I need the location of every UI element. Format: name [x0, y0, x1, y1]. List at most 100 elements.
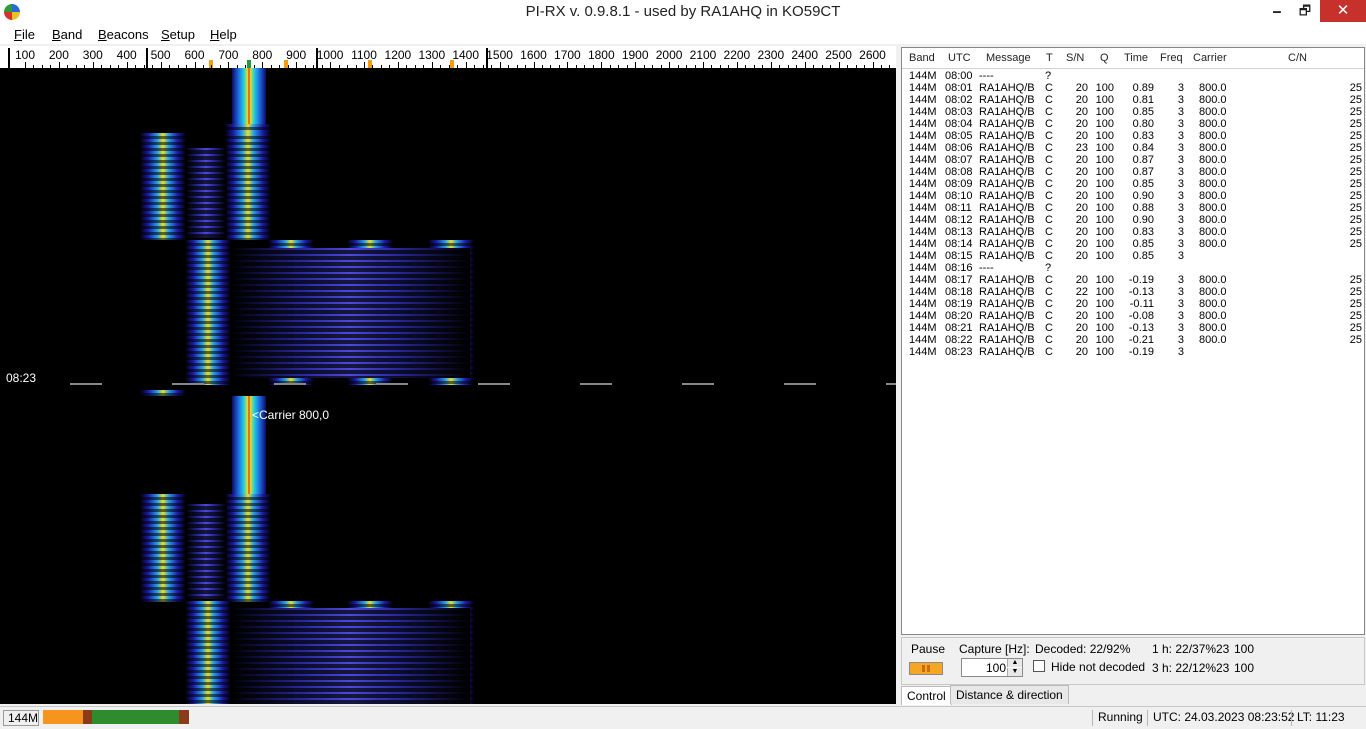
table-row[interactable]: 144M 08:08 RA1AHQ/B C 20 100 0.87 3 800.0 25: [902, 166, 1364, 178]
ruler-label: 2300: [757, 48, 785, 62]
table-row[interactable]: 144M 08:09 RA1AHQ/B C 20 100 0.85 3 800.0 25: [902, 178, 1364, 190]
cell-time: 0.88: [1132, 202, 1154, 214]
title-bar: PI-RX v. 0.9.8.1 - used by RA1AHQ in KO5…: [0, 0, 1366, 24]
pause-button[interactable]: [909, 662, 943, 675]
header-quality[interactable]: Q: [1100, 52, 1109, 64]
cell-message: RA1AHQ/B: [979, 286, 1035, 298]
hide-not-decoded-checkbox[interactable]: [1033, 660, 1045, 672]
frequency-ruler[interactable]: 100 200 300 400 500 600 700 800 900 1000 1100 1200 1…: [0, 46, 896, 70]
cell-band: 144M: [909, 226, 937, 238]
table-row[interactable]: 144M 08:02 RA1AHQ/B C 20 100 0.81 3 800.0 25: [902, 94, 1364, 106]
table-row[interactable]: 144M 08:16 ----?: [902, 262, 1364, 274]
table-row[interactable]: 144M 08:11 RA1AHQ/B C 20 100 0.88 3 800.0 25: [902, 202, 1364, 214]
cell-quality: 100: [1095, 190, 1114, 202]
header-time[interactable]: Time: [1124, 52, 1148, 64]
tab-distance-direction[interactable]: Distance & direction: [950, 685, 1069, 704]
restore-button[interactable]: 🗗: [1290, 0, 1320, 22]
cell-band: 144M: [909, 202, 937, 214]
header-freq[interactable]: Freq: [1160, 52, 1183, 64]
table-row[interactable]: 144M 08:07 RA1AHQ/B C 20 100 0.87 3 800.0 25: [902, 154, 1364, 166]
header-snr[interactable]: S/N: [1066, 52, 1084, 64]
cell-snr: 20: [1075, 154, 1088, 166]
signal-block: [230, 248, 470, 378]
frequency-marker: [247, 60, 251, 68]
table-row[interactable]: 144M 08:15 RA1AHQ/B C 20 100 0.85 3: [902, 250, 1364, 262]
cell-message: RA1AHQ/B: [979, 118, 1035, 130]
header-message[interactable]: Message: [986, 52, 1031, 64]
cell-type: C: [1045, 346, 1053, 358]
cell-time: 0.84: [1132, 142, 1154, 154]
cell-cn: 25: [1349, 334, 1362, 346]
table-row[interactable]: 144M 08:10 RA1AHQ/B C 20 100 0.90 3 800.0 25: [902, 190, 1364, 202]
cell-cn: 25: [1349, 274, 1362, 286]
table-row[interactable]: 144M 08:17 RA1AHQ/B C 20 100 -0.19 3 800.0 25: [902, 274, 1364, 286]
hide-not-decoded-label[interactable]: Hide not decoded: [1051, 660, 1145, 674]
cell-type: C: [1045, 274, 1053, 286]
cell-snr: 20: [1075, 214, 1088, 226]
header-cn[interactable]: C/N: [1288, 52, 1307, 64]
cell-freq: 3: [1177, 346, 1184, 358]
cell-freq: 3: [1177, 298, 1184, 310]
decode-log-table[interactable]: Band UTC Message T S/N Q Time Freq Carri…: [901, 47, 1365, 635]
table-row[interactable]: 144M 08:20 RA1AHQ/B C 20 100 -0.08 3 800.0 25: [902, 310, 1364, 322]
cell-message: RA1AHQ/B: [979, 250, 1035, 262]
cell-snr: 20: [1075, 250, 1088, 262]
carrier-trace: [232, 68, 266, 126]
ruler-label: 2100: [689, 48, 717, 62]
table-row[interactable]: 144M 08:12 RA1AHQ/B C 20 100 0.90 3 800.0 25: [902, 214, 1364, 226]
cell-carrier: 800.0: [1199, 130, 1227, 142]
cell-type: C: [1045, 130, 1053, 142]
cell-message: RA1AHQ/B: [979, 322, 1035, 334]
cell-type: C: [1045, 166, 1053, 178]
menu-beacons[interactable]: Beacons: [98, 27, 149, 42]
menu-file[interactable]: File: [14, 27, 35, 42]
cell-time: 0.85: [1132, 106, 1154, 118]
stats-3h: 3 h: 22/12%: [1152, 661, 1217, 675]
menu-setup[interactable]: Setup: [161, 27, 195, 42]
cell-type: C: [1045, 310, 1053, 322]
table-row[interactable]: 144M 08:18 RA1AHQ/B C 22 100 -0.13 3 800.0 25: [902, 286, 1364, 298]
table-row[interactable]: 144M 08:05 RA1AHQ/B C 20 100 0.83 3 800.0 25: [902, 130, 1364, 142]
cell-type: C: [1045, 238, 1053, 250]
cell-snr: 20: [1075, 106, 1088, 118]
table-row[interactable]: 144M 08:00 ----?: [902, 70, 1364, 82]
menu-help[interactable]: Help: [210, 27, 237, 42]
header-type[interactable]: T: [1046, 52, 1053, 64]
table-row[interactable]: 144M 08:04 RA1AHQ/B C 20 100 0.80 3 800.0 25: [902, 118, 1364, 130]
header-band[interactable]: Band: [909, 52, 935, 64]
table-row[interactable]: 144M 08:22 RA1AHQ/B C 20 100 -0.21 3 800.0 25: [902, 334, 1364, 346]
close-button[interactable]: ✕: [1320, 0, 1366, 22]
cell-quality: 100: [1095, 298, 1114, 310]
cell-utc: 08:20: [945, 310, 973, 322]
ruler-label: 2500: [825, 48, 852, 62]
menu-band[interactable]: Band: [52, 27, 82, 42]
table-row[interactable]: 144M 08:06 RA1AHQ/B C 23 100 0.84 3 800.0 25: [902, 142, 1364, 154]
cell-snr: 20: [1075, 190, 1088, 202]
spin-up-icon[interactable]: ▲: [1007, 659, 1022, 667]
header-utc[interactable]: UTC: [948, 52, 971, 64]
cell-snr: 20: [1075, 178, 1088, 190]
table-row[interactable]: 144M 08:19 RA1AHQ/B C 20 100 -0.11 3 800.0 25: [902, 298, 1364, 310]
capture-value[interactable]: 100: [966, 661, 1006, 675]
waterfall-display[interactable]: 08:23 <Carrier 800,0: [0, 68, 896, 704]
cell-utc: 08:17: [945, 274, 973, 286]
table-row[interactable]: 144M 08:23 RA1AHQ/B C 20 100 -0.19 3: [902, 346, 1364, 358]
table-row[interactable]: 144M 08:14 RA1AHQ/B C 20 100 0.85 3 800.0 25: [902, 238, 1364, 250]
table-row[interactable]: 144M 08:03 RA1AHQ/B C 20 100 0.85 3 800.0 25: [902, 106, 1364, 118]
minimize-button[interactable]: 🗕: [1262, 0, 1292, 22]
table-row[interactable]: 144M 08:01 RA1AHQ/B C 20 100 0.89 3 800.0 25: [902, 82, 1364, 94]
capture-spinner[interactable]: 100 ▲ ▼: [961, 658, 1023, 677]
cell-utc: 08:07: [945, 154, 973, 166]
cell-cn: 25: [1349, 214, 1362, 226]
table-row[interactable]: 144M 08:21 RA1AHQ/B C 20 100 -0.13 3 800.0 25: [902, 322, 1364, 334]
spin-down-icon[interactable]: ▼: [1007, 668, 1022, 676]
signal-block: [140, 133, 186, 240]
carrier-label: <Carrier 800,0: [252, 408, 330, 422]
header-carrier[interactable]: Carrier: [1193, 52, 1227, 64]
tab-control[interactable]: Control: [901, 686, 952, 705]
cell-snr: 20: [1075, 322, 1088, 334]
cell-message: RA1AHQ/B: [979, 106, 1035, 118]
table-row[interactable]: 144M 08:13 RA1AHQ/B C 20 100 0.83 3 800.0 25: [902, 226, 1364, 238]
cell-cn: 25: [1349, 130, 1362, 142]
cell-band: 144M: [909, 238, 937, 250]
